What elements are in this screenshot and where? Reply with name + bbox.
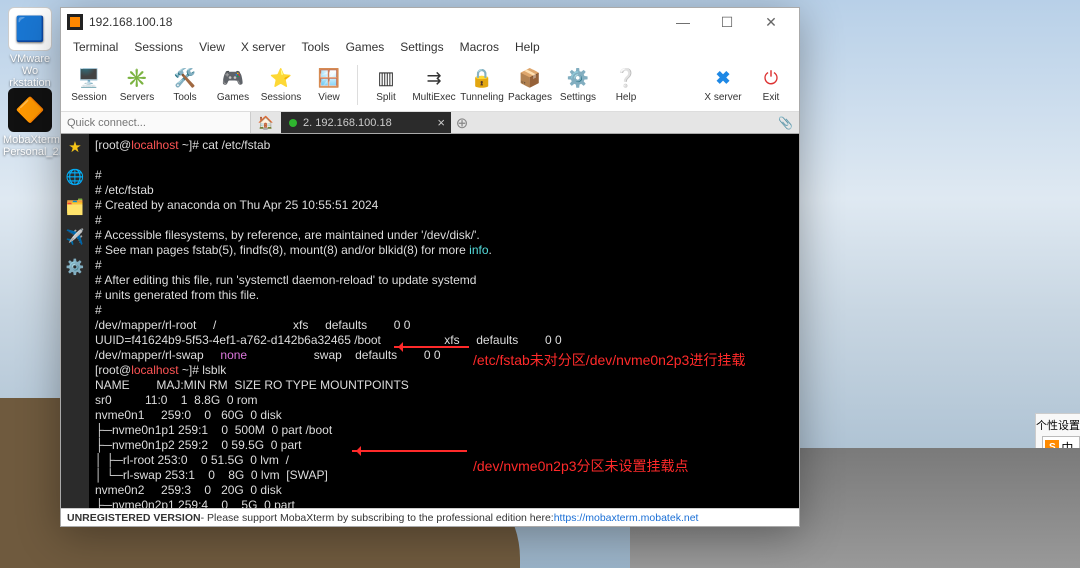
tool-tools[interactable]: 🛠️Tools	[163, 66, 207, 103]
multiexec-icon: ⇉	[422, 66, 446, 90]
menu-help[interactable]: Help	[509, 38, 546, 56]
tab-close-button[interactable]: ×	[437, 115, 445, 130]
view-icon: 🪟	[317, 66, 341, 90]
annotation-arrow-1	[394, 346, 469, 348]
x-icon: ✖	[711, 66, 735, 90]
power-icon: ⏻	[759, 66, 783, 90]
tab-label: 2. 192.168.100.18	[303, 117, 392, 129]
window-title: 192.168.100.18	[89, 15, 172, 29]
split-icon: ▥	[374, 66, 398, 90]
mobaxterm-window: 192.168.100.18 — ☐ ✕ Terminal Sessions V…	[60, 7, 800, 527]
status-dot-icon	[289, 119, 297, 127]
menu-xserver[interactable]: X server	[235, 38, 292, 56]
tool-view[interactable]: 🪟View	[307, 66, 351, 103]
tool-multiexec[interactable]: ⇉MultiExec	[412, 66, 456, 103]
toolbar: 🖥️Session ✳️Servers 🛠️Tools 🎮Games ⭐Sess…	[61, 58, 799, 112]
menubar: Terminal Sessions View X server Tools Ga…	[61, 36, 799, 58]
tool-session[interactable]: 🖥️Session	[67, 66, 111, 103]
menu-view[interactable]: View	[193, 38, 231, 56]
sidebar-files[interactable]: 🗂️	[66, 198, 85, 216]
desktop-icon-mobaxterm[interactable]: 🔶 MobaXterm Personal_2...	[3, 88, 57, 158]
status-text: - Please support MobaXterm by subscribin…	[201, 512, 554, 524]
status-link[interactable]: https://mobaxterm.mobatek.net	[554, 512, 699, 524]
package-icon: 📦	[518, 66, 542, 90]
titlebar[interactable]: 192.168.100.18 — ☐ ✕	[61, 8, 799, 36]
annotation-text-1: /etc/fstab未对分区/dev/nvme0n2p3进行挂载	[473, 352, 745, 368]
menu-terminal[interactable]: Terminal	[67, 38, 124, 56]
sidebar-star[interactable]: ★	[68, 138, 81, 156]
paperclip-icon[interactable]: 📎	[778, 116, 793, 130]
monitor-icon: 🖥️	[77, 66, 101, 90]
sidebar-globe[interactable]: 🌐	[66, 168, 85, 186]
lock-icon: 🔒	[470, 66, 494, 90]
servers-icon: ✳️	[125, 66, 149, 90]
menu-tools[interactable]: Tools	[296, 38, 336, 56]
sidebar-gear[interactable]: ⚙️	[66, 258, 85, 276]
tool-exit[interactable]: ⏻Exit	[749, 66, 793, 103]
desktop-icon-vmware[interactable]: 🟦 VMware Wo rkstation Pro	[3, 7, 57, 101]
sidebar-plane[interactable]: ✈️	[66, 228, 85, 246]
tool-split[interactable]: ▥Split	[364, 66, 408, 103]
tool-settings[interactable]: ⚙️Settings	[556, 66, 600, 103]
tool-games[interactable]: 🎮Games	[211, 66, 255, 103]
app-icon	[67, 14, 83, 30]
watermark: 公众号 · 奶嘴很忙	[862, 499, 1050, 528]
tool-packages[interactable]: 📦Packages	[508, 66, 552, 103]
left-sidebar: ★ 🌐 🗂️ ✈️ ⚙️	[61, 134, 89, 508]
menu-macros[interactable]: Macros	[454, 38, 505, 56]
games-icon: 🎮	[221, 66, 245, 90]
terminal-output[interactable]: [root@localhost ~]# cat /etc/fstab ## /e…	[89, 134, 799, 508]
close-button[interactable]: ✕	[749, 8, 793, 36]
tool-xserver[interactable]: ✖X server	[701, 66, 745, 103]
annotation-arrow-2	[352, 450, 467, 452]
maximize-button[interactable]: ☐	[705, 8, 749, 36]
tool-sessions-star[interactable]: ⭐Sessions	[259, 66, 303, 103]
tab-home[interactable]: 🏠	[251, 112, 281, 133]
star-icon: ⭐	[269, 66, 293, 90]
desktop-icon-label: MobaXterm Personal_2...	[3, 134, 57, 158]
tab-session[interactable]: 2. 192.168.100.18 ×	[281, 112, 451, 133]
menu-games[interactable]: Games	[340, 38, 391, 56]
tool-help[interactable]: ❔Help	[604, 66, 648, 103]
tool-tunneling[interactable]: 🔒Tunneling	[460, 66, 504, 103]
menu-settings[interactable]: Settings	[394, 38, 449, 56]
new-tab-button[interactable]: ⊕	[451, 112, 473, 133]
minimize-button[interactable]: —	[661, 8, 705, 36]
statusbar: UNREGISTERED VERSION - Please support Mo…	[61, 508, 799, 526]
tab-bar: 🏠 2. 192.168.100.18 × ⊕ 📎	[61, 112, 799, 134]
help-icon: ❔	[614, 66, 638, 90]
gear-icon: ⚙️	[566, 66, 590, 90]
quick-connect-input[interactable]	[61, 112, 251, 133]
ime-indicator[interactable]: S中,	[1042, 436, 1080, 458]
tool-servers[interactable]: ✳️Servers	[115, 66, 159, 103]
status-label: UNREGISTERED VERSION	[67, 512, 201, 524]
annotation-text-2: /dev/nvme0n2p3分区未设置挂载点	[473, 458, 689, 474]
tools-icon: 🛠️	[173, 66, 197, 90]
menu-sessions[interactable]: Sessions	[128, 38, 189, 56]
